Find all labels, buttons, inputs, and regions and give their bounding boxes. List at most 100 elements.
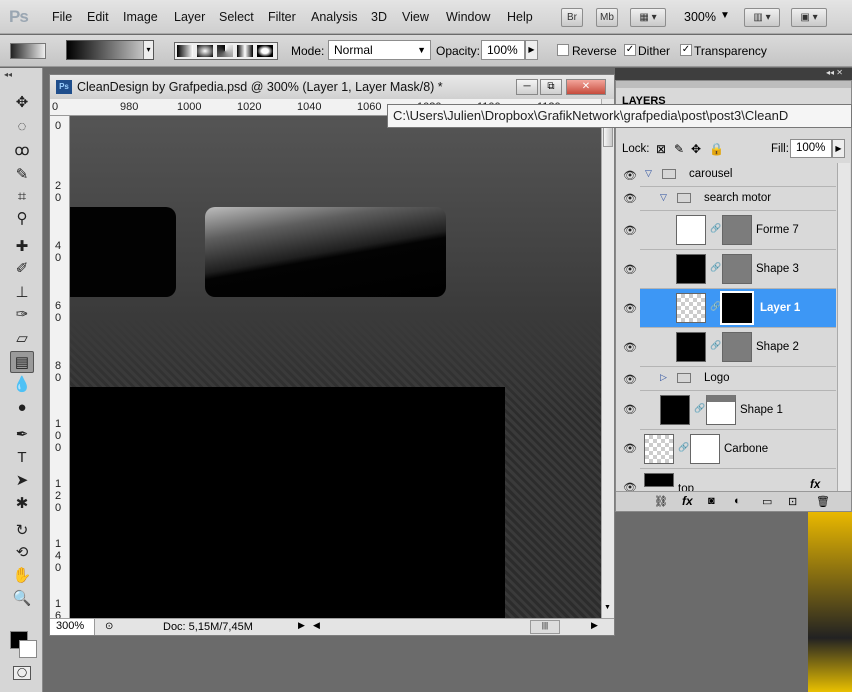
scroll-down-icon[interactable]: ▼ bbox=[604, 604, 611, 611]
menu-3d[interactable]: 3D bbox=[371, 10, 387, 24]
eye-icon[interactable]: 👁 bbox=[623, 192, 637, 205]
menu-window[interactable]: Window bbox=[446, 10, 490, 24]
spot-healing-tool-icon[interactable]: ✚ bbox=[10, 236, 34, 258]
link-layers-icon[interactable]: ⛓ bbox=[654, 495, 668, 508]
menu-help[interactable]: Help bbox=[507, 10, 533, 24]
document-titlebar[interactable]: Ps CleanDesign by Grafpedia.psd @ 300% (… bbox=[50, 75, 614, 99]
close-button[interactable]: ✕ bbox=[566, 79, 606, 95]
brush-tool-icon[interactable]: ✐ bbox=[10, 258, 34, 280]
layers-scrollbar[interactable] bbox=[837, 163, 850, 491]
type-tool-icon[interactable]: T bbox=[10, 447, 34, 469]
eraser-tool-icon[interactable]: ▱ bbox=[10, 328, 34, 350]
eyedropper-tool-icon[interactable]: ⚲ bbox=[10, 208, 34, 230]
eye-icon[interactable]: 👁 bbox=[623, 442, 637, 455]
mask-thumbnail[interactable] bbox=[722, 254, 752, 284]
tool-preset-picker[interactable] bbox=[10, 43, 46, 59]
arrange-documents-button[interactable]: ▥ ▾ bbox=[744, 8, 780, 27]
reverse-checkbox[interactable] bbox=[557, 44, 569, 56]
mask-thumbnail[interactable] bbox=[722, 215, 752, 245]
eye-icon[interactable]: 👁 bbox=[623, 224, 637, 237]
lock-position-icon[interactable]: ✥ bbox=[691, 142, 701, 156]
collapse-panels-icon[interactable]: ◂◂ ✕ bbox=[826, 68, 843, 77]
view-extras-button[interactable]: ▦ ▾ bbox=[630, 8, 666, 27]
menu-view[interactable]: View bbox=[402, 10, 429, 24]
chevron-down-icon[interactable]: ▼ bbox=[720, 10, 730, 21]
screen-mode-button[interactable]: ▣ ▾ bbox=[791, 8, 827, 27]
add-mask-icon[interactable]: ◙ bbox=[708, 495, 715, 507]
menu-layer[interactable]: Layer bbox=[174, 10, 205, 24]
angle-gradient-icon[interactable] bbox=[217, 45, 233, 57]
mask-thumbnail[interactable] bbox=[722, 332, 752, 362]
layer-row[interactable]: 🔗 Shape 2 bbox=[640, 328, 836, 367]
link-icon[interactable]: 🔗 bbox=[710, 223, 721, 234]
collapsed-triangle-icon[interactable]: ▷ bbox=[660, 372, 667, 383]
history-brush-tool-icon[interactable]: ✑ bbox=[10, 304, 34, 326]
layer-row[interactable]: 🔗 Carbone bbox=[640, 430, 836, 469]
adjustment-layer-icon[interactable]: ◐ bbox=[734, 495, 741, 507]
transparency-checkbox[interactable]: ✓ bbox=[680, 44, 692, 56]
dither-checkbox[interactable]: ✓ bbox=[624, 44, 636, 56]
eye-icon[interactable]: 👁 bbox=[623, 169, 637, 182]
lock-all-icon[interactable]: 🔒 bbox=[709, 142, 724, 156]
chevron-down-icon[interactable]: ▾ bbox=[143, 41, 153, 59]
zoom-field[interactable]: 300% bbox=[50, 619, 95, 635]
clone-stamp-tool-icon[interactable]: ⊥ bbox=[10, 282, 34, 304]
layer-row[interactable]: 🔗 Forme 7 bbox=[640, 211, 836, 250]
layer-group-row[interactable]: ▽ carousel bbox=[640, 163, 836, 187]
eye-icon[interactable]: 👁 bbox=[623, 341, 637, 354]
crop-tool-icon[interactable]: ⌗ bbox=[10, 186, 34, 208]
reflected-gradient-icon[interactable] bbox=[237, 45, 253, 57]
zoom-level[interactable]: 300% bbox=[684, 10, 716, 24]
menu-filter[interactable]: Filter bbox=[268, 10, 296, 24]
gradient-picker[interactable] bbox=[66, 40, 154, 60]
status-info-icon[interactable]: ⊙ bbox=[105, 621, 113, 632]
layer-group-row[interactable]: ▽ search motor bbox=[640, 187, 836, 211]
panel-collapse-bar[interactable] bbox=[616, 81, 851, 88]
document-canvas[interactable] bbox=[70, 116, 601, 618]
mask-thumbnail[interactable] bbox=[720, 291, 754, 325]
scroll-right-icon[interactable]: ▶ bbox=[591, 620, 598, 631]
mask-thumbnail[interactable] bbox=[706, 395, 736, 425]
horizontal-scroll-thumb[interactable]: ||| bbox=[530, 620, 560, 634]
pen-tool-icon[interactable]: ✒ bbox=[10, 424, 34, 446]
hand-tool-icon[interactable]: ✋ bbox=[10, 565, 34, 587]
3d-orbit-tool-icon[interactable]: ⟲ bbox=[10, 542, 34, 564]
layer-row[interactable]: 🔗 Shape 1 bbox=[640, 391, 836, 430]
status-menu-arrow-icon[interactable]: ▶ bbox=[298, 620, 305, 631]
trash-icon[interactable]: 🗑 bbox=[816, 495, 830, 508]
collapse-toolbox-icon[interactable]: ◂◂ bbox=[4, 70, 12, 79]
expand-triangle-icon[interactable]: ▽ bbox=[645, 168, 652, 179]
marquee-tool-icon[interactable]: ◌ bbox=[10, 116, 34, 138]
new-group-icon[interactable]: ▭ bbox=[762, 495, 772, 508]
eye-icon[interactable]: 👁 bbox=[623, 302, 637, 315]
background-color-swatch[interactable] bbox=[19, 640, 37, 658]
quick-mask-icon[interactable]: ◯ bbox=[13, 666, 31, 680]
link-icon[interactable]: 🔗 bbox=[694, 403, 705, 414]
radial-gradient-icon[interactable] bbox=[197, 45, 213, 57]
scroll-left-icon[interactable]: ◀ bbox=[313, 620, 320, 631]
menu-select[interactable]: Select bbox=[219, 10, 254, 24]
path-selection-tool-icon[interactable]: ➤ bbox=[10, 470, 34, 492]
3d-rotate-tool-icon[interactable]: ↻ bbox=[10, 520, 34, 542]
lasso-tool-icon[interactable]: ꝏ bbox=[10, 140, 34, 162]
dodge-tool-icon[interactable]: ● bbox=[10, 397, 34, 419]
linear-gradient-icon[interactable] bbox=[177, 45, 193, 57]
diamond-gradient-icon[interactable] bbox=[257, 45, 273, 57]
new-layer-icon[interactable]: ⊡ bbox=[788, 495, 797, 508]
blur-tool-icon[interactable]: 💧 bbox=[10, 374, 34, 396]
vertical-scrollbar[interactable]: ▼ bbox=[601, 99, 614, 618]
move-tool-icon[interactable]: ✥ bbox=[10, 92, 34, 114]
mode-select[interactable]: Normal ▼ bbox=[328, 40, 431, 60]
minimize-button[interactable]: ─ bbox=[516, 79, 538, 95]
mini-bridge-button[interactable]: Mb bbox=[596, 8, 618, 27]
gradient-tool-icon[interactable]: ▤ bbox=[10, 351, 34, 373]
link-icon[interactable]: 🔗 bbox=[678, 442, 689, 453]
fill-field[interactable]: 100% bbox=[790, 139, 832, 158]
fill-slider-arrow-icon[interactable]: ▶ bbox=[832, 139, 845, 158]
eye-icon[interactable]: 👁 bbox=[623, 373, 637, 386]
zoom-tool-icon[interactable]: 🔍 bbox=[10, 588, 34, 610]
menu-file[interactable]: File bbox=[52, 10, 72, 24]
bridge-button[interactable]: Br bbox=[561, 8, 583, 27]
quick-selection-tool-icon[interactable]: ✎ bbox=[10, 164, 34, 186]
eye-icon[interactable]: 👁 bbox=[623, 403, 637, 416]
